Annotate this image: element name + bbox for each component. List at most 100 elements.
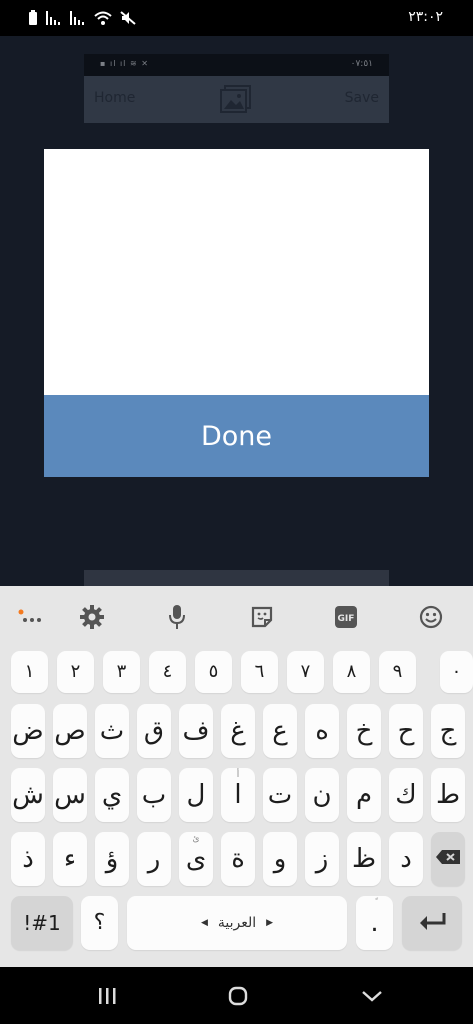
key-alef[interactable]: أ ا: [221, 768, 255, 822]
emoji-icon[interactable]: [414, 600, 448, 634]
background-save-label: Save: [344, 90, 379, 106]
key-tah[interactable]: ط: [431, 768, 465, 822]
key-label: ء: [63, 844, 77, 874]
navigation-bar: [0, 967, 473, 1024]
key-ta-marbuta[interactable]: ة: [221, 832, 255, 886]
battery-icon: [28, 10, 38, 30]
key-label: غ: [230, 716, 246, 746]
key-2[interactable]: ٢: [57, 651, 94, 693]
key-dal[interactable]: د: [389, 832, 423, 886]
key-1[interactable]: ١: [11, 651, 48, 693]
key-ba[interactable]: ب: [137, 768, 171, 822]
symbols-key[interactable]: !#1: [11, 896, 73, 950]
space-key[interactable]: ◀ العربية ▶: [127, 896, 347, 950]
key-noon[interactable]: ن: [305, 768, 339, 822]
key-waw[interactable]: و: [263, 832, 297, 886]
key-thal[interactable]: ذ: [11, 832, 45, 886]
key-label: س: [54, 780, 86, 810]
key-label: ع: [272, 716, 288, 746]
key-9[interactable]: ٩: [379, 651, 416, 693]
key-label: .: [370, 908, 379, 938]
key-label: !#1: [23, 911, 61, 935]
key-label: د: [400, 844, 412, 874]
period-key[interactable]: ً .: [356, 896, 393, 950]
key-7[interactable]: ٧: [287, 651, 324, 693]
key-ghain[interactable]: غ: [221, 704, 255, 758]
home-icon[interactable]: [218, 981, 258, 1011]
key-seen[interactable]: س: [53, 768, 87, 822]
key-label: ٦: [254, 661, 265, 682]
gear-icon[interactable]: [75, 600, 109, 634]
caret-left-icon: ◀: [200, 918, 208, 928]
back-icon[interactable]: [352, 981, 392, 1011]
key-dad[interactable]: ض: [11, 704, 45, 758]
key-meem[interactable]: م: [347, 768, 381, 822]
edit-dialog: Done: [44, 149, 429, 477]
key-label: ٢: [70, 661, 81, 682]
language-label: العربية: [217, 915, 257, 931]
key-hint: أ: [236, 770, 240, 780]
key-ra[interactable]: ر: [137, 832, 171, 886]
done-button[interactable]: Done: [44, 395, 429, 477]
keyboard: GIF ٠ ٩ ٨ ٧ ٦ ٥ ٤ ٣ ٢ ١ ض ص ث ق ف غ ع ه …: [0, 586, 473, 967]
key-5[interactable]: ٥: [195, 651, 232, 693]
key-hamza[interactable]: ء: [53, 832, 87, 886]
key-lam[interactable]: ل: [179, 768, 213, 822]
key-fa[interactable]: ف: [179, 704, 213, 758]
key-0[interactable]: ٠: [440, 651, 473, 693]
sticker-icon[interactable]: [245, 600, 279, 634]
wifi-icon: [94, 11, 112, 29]
key-ya[interactable]: ي: [95, 768, 129, 822]
key-6[interactable]: ٦: [241, 651, 278, 693]
key-8[interactable]: ٨: [333, 651, 370, 693]
key-ha[interactable]: ه: [305, 704, 339, 758]
background-status-time: ٠٧:٥١: [350, 59, 373, 69]
photo-gallery-icon: [220, 85, 252, 113]
key-label: ى: [185, 844, 207, 874]
key-qaf[interactable]: ق: [137, 704, 171, 758]
key-sheen[interactable]: ش: [11, 768, 45, 822]
question-key[interactable]: ؟: [81, 896, 118, 950]
key-label: ٣: [116, 661, 127, 682]
caret-right-icon: ▶: [266, 918, 274, 928]
recents-icon[interactable]: [87, 981, 127, 1011]
key-ain[interactable]: ع: [263, 704, 297, 758]
key-zay[interactable]: ز: [305, 832, 339, 886]
key-sad[interactable]: ص: [53, 704, 87, 758]
background-status-icons: ▪ ıl ıl ≋ ✕: [100, 59, 149, 68]
gif-icon[interactable]: GIF: [329, 600, 363, 634]
key-hint: ئ: [192, 834, 200, 844]
key-4[interactable]: ٤: [149, 651, 186, 693]
key-zah[interactable]: ظ: [347, 832, 381, 886]
key-label: ظ: [351, 844, 377, 874]
key-label: ذ: [22, 844, 34, 874]
key-alef-maksura[interactable]: ئ ى: [179, 832, 213, 886]
backspace-key[interactable]: [431, 832, 465, 886]
mute-icon: [120, 11, 136, 29]
key-label: ٥: [208, 661, 219, 682]
status-icons: [28, 10, 136, 30]
key-label: ج: [439, 716, 457, 746]
key-label: ب: [141, 780, 167, 810]
dialog-content-area[interactable]: [44, 149, 429, 395]
key-kha[interactable]: خ: [347, 704, 381, 758]
key-waw-hamza[interactable]: ؤ: [95, 832, 129, 886]
key-label: ض: [12, 716, 44, 746]
key-hah[interactable]: ح: [389, 704, 423, 758]
key-3[interactable]: ٣: [103, 651, 140, 693]
background-bottom-bar: [84, 570, 389, 586]
key-label: ٤: [162, 661, 173, 682]
enter-key[interactable]: [402, 896, 462, 950]
key-label: ط: [435, 780, 461, 810]
key-label: ه: [315, 716, 329, 746]
microphone-icon[interactable]: [160, 600, 194, 634]
more-icon[interactable]: [14, 600, 48, 634]
key-label: و: [273, 844, 287, 874]
key-ta[interactable]: ت: [263, 768, 297, 822]
key-tha[interactable]: ث: [95, 704, 129, 758]
key-label: ف: [182, 716, 210, 746]
key-jeem[interactable]: ج: [431, 704, 465, 758]
key-label: ح: [397, 716, 415, 746]
key-label: ؟: [93, 910, 106, 935]
key-kaf[interactable]: ك: [389, 768, 423, 822]
